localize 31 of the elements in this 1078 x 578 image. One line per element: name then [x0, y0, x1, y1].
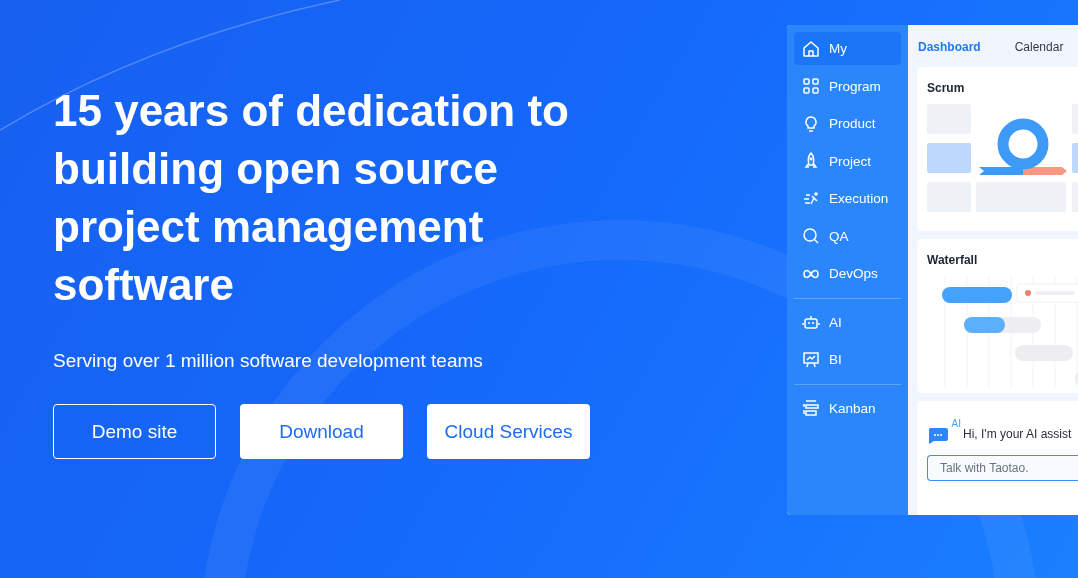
sidebar-item[interactable]: Program [794, 69, 901, 103]
sidebar-item[interactable]: Execution [794, 182, 901, 215]
sidebar-item[interactable]: Product [794, 107, 901, 140]
sidebar-item[interactable]: Project [794, 144, 901, 178]
cta-button[interactable]: Demo site [53, 404, 216, 459]
assistant-greeting: Hi, I'm your AI assist [963, 427, 1072, 441]
sidebar-item[interactable]: My [794, 32, 901, 65]
sidebar-item[interactable]: AI [794, 305, 901, 339]
sidebar-item[interactable]: QA [794, 219, 901, 253]
nav-icon [802, 152, 820, 170]
sidebar-item[interactable]: BI [794, 343, 901, 376]
sidebar-item[interactable]: DevOps [794, 257, 901, 290]
tab[interactable]: Dashboard [918, 40, 981, 54]
nav-icon [802, 227, 820, 245]
tab[interactable]: Calendar [1014, 40, 1064, 54]
nav-icon [802, 313, 820, 331]
chat-input[interactable]: Talk with Taotao. [927, 455, 1078, 481]
nav-icon [802, 399, 820, 417]
ai-label: AI [951, 418, 961, 429]
sidebar-item[interactable]: Kanban [794, 391, 901, 425]
nav-icon [802, 39, 820, 58]
chat-icon [927, 427, 949, 445]
hero-subtitle: Serving over 1 million software development teams [53, 350, 484, 372]
hero-title: 15 years of dedication to building open source project management software [53, 85, 570, 311]
nav-icon [802, 350, 820, 369]
card-title: Scrum [927, 81, 965, 95]
nav-icon [802, 114, 820, 133]
card-title: Waterfall [927, 253, 978, 267]
nav-icon [802, 77, 820, 95]
cta-button[interactable]: Download [240, 404, 403, 459]
cta-button[interactable]: Cloud Services [427, 404, 590, 459]
